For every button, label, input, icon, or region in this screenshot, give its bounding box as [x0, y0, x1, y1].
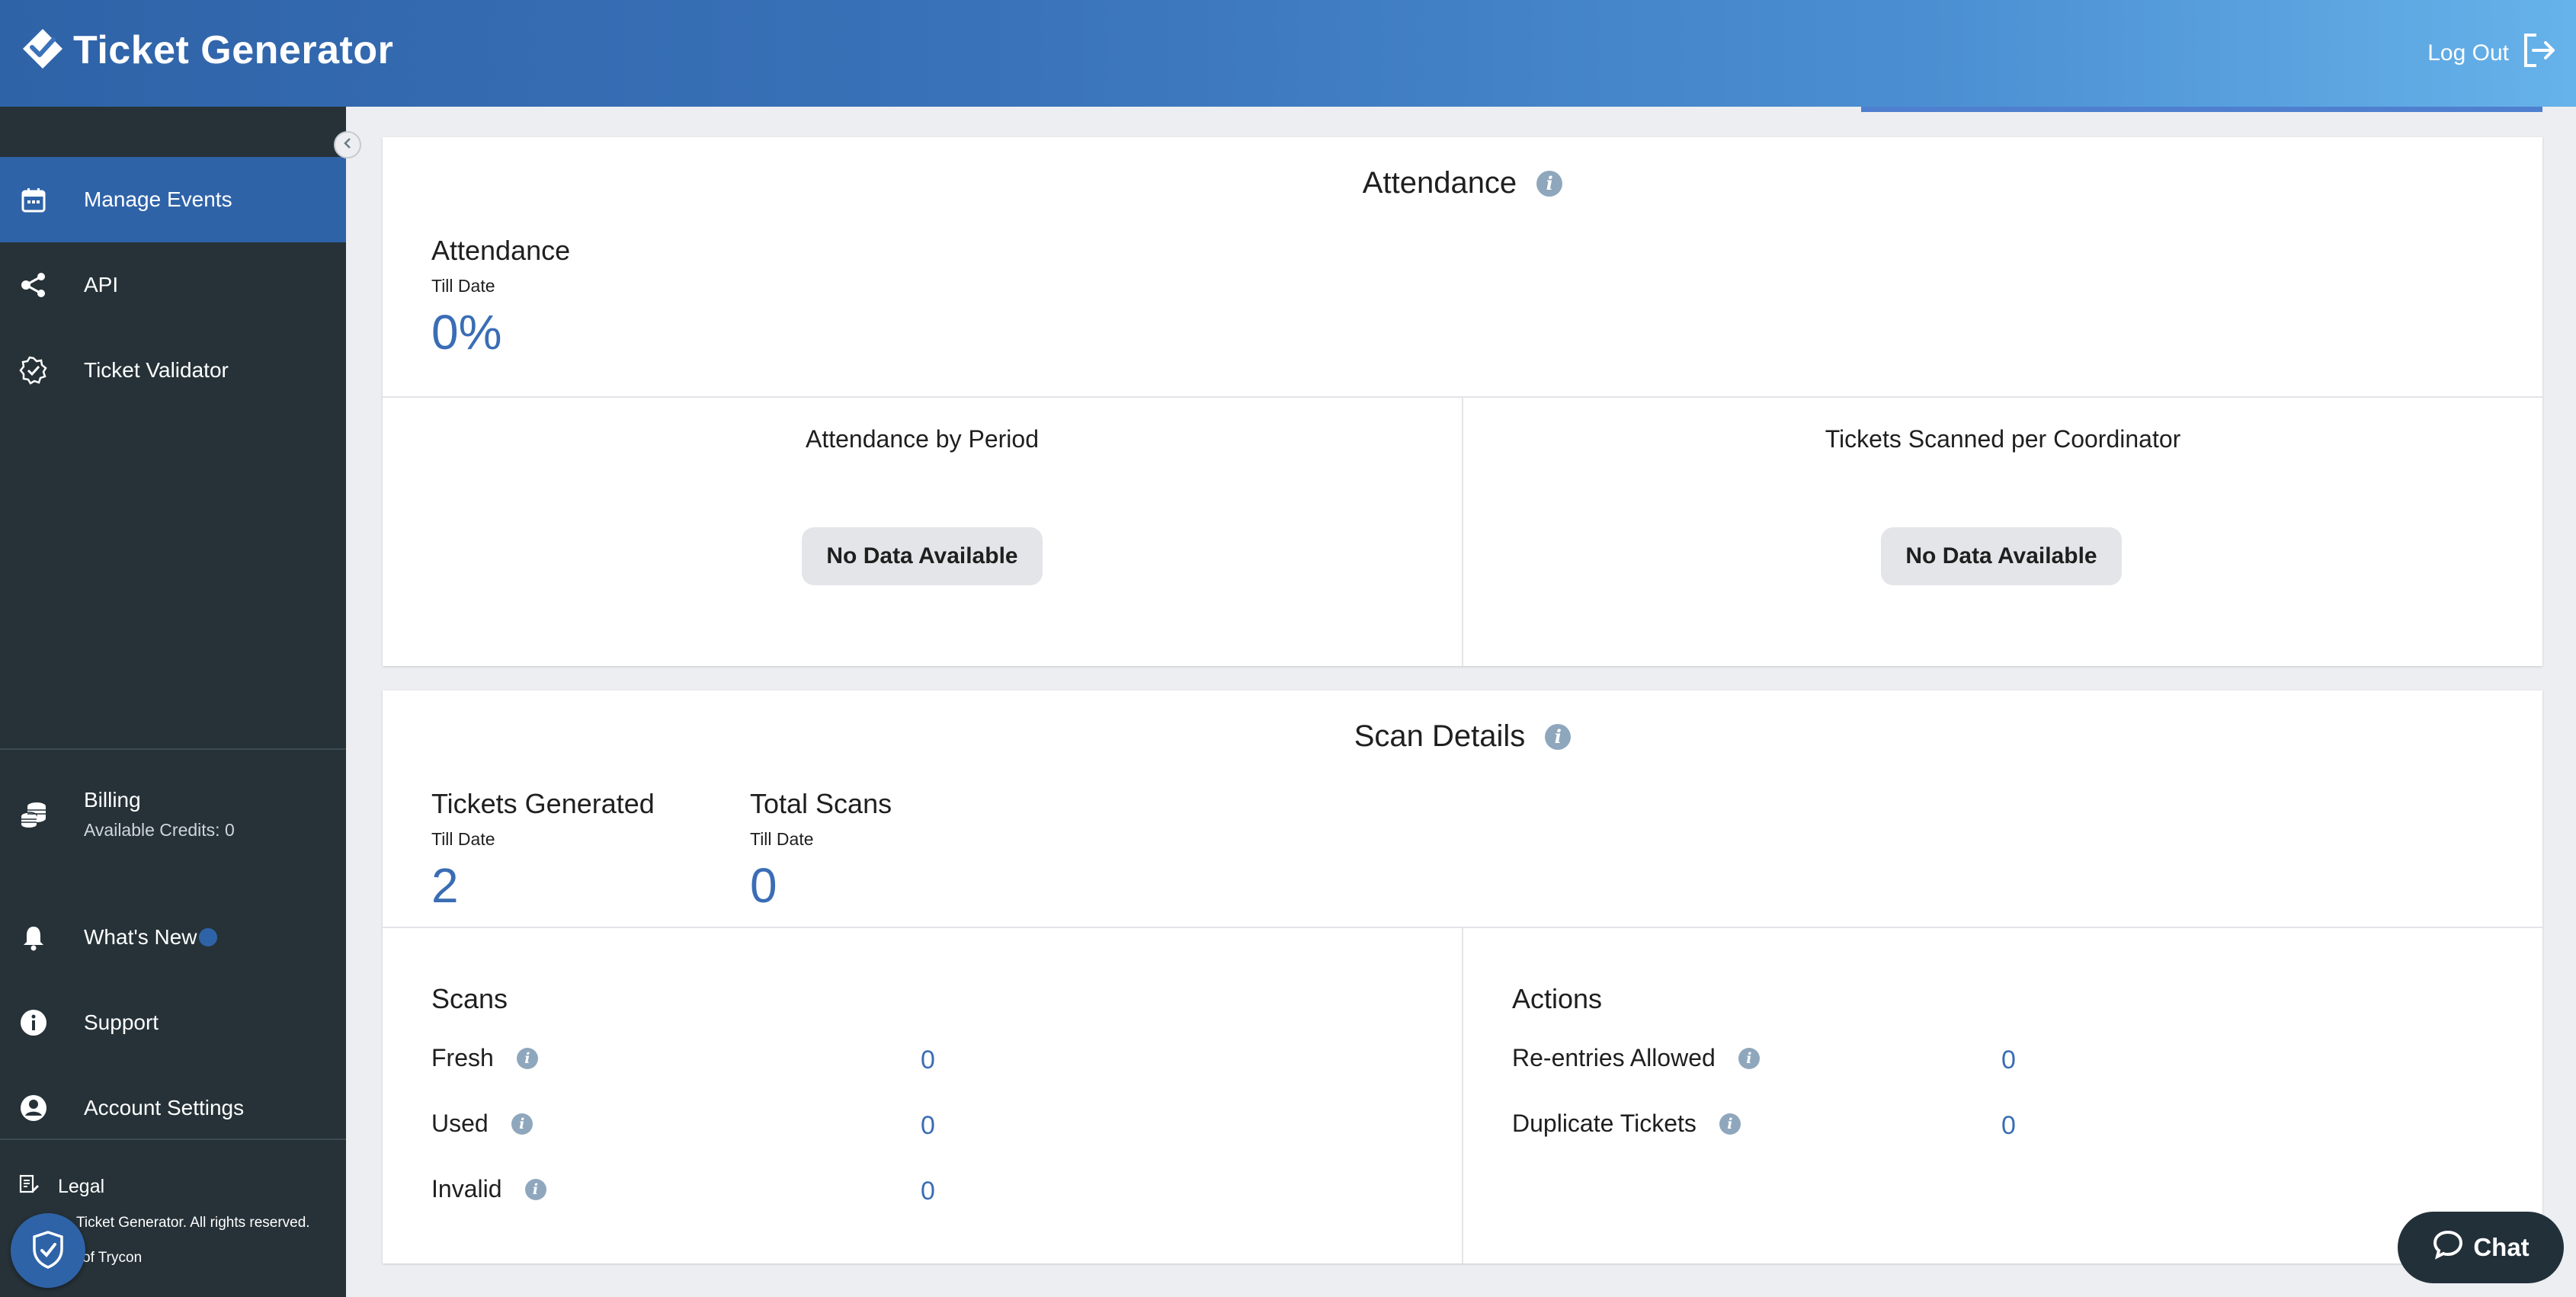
tickets-generated-stat: Tickets Generated Till Date 2 [431, 788, 655, 914]
duplicates-value: 0 [2001, 1111, 2016, 1140]
billing-label: Billing [84, 787, 141, 812]
account-settings-label: Account Settings [84, 1096, 245, 1119]
stat-sub: Till Date [431, 829, 495, 849]
divider [1462, 927, 1463, 1263]
invalid-value: 0 [921, 1177, 935, 1206]
sidebar: Manage Events API Ticket Validator Billi… [0, 107, 346, 1297]
used-value: 0 [921, 1111, 935, 1140]
tab-indicator [1861, 107, 2542, 112]
coins-icon [17, 797, 50, 831]
share-icon [17, 268, 50, 302]
chat-button[interactable]: Chat [2398, 1212, 2564, 1283]
stat-label: Total Scans [750, 788, 892, 819]
row-label: Used [431, 1110, 489, 1137]
top-bar: Ticket Generator Log Out [0, 0, 2576, 107]
sidebar-divider [0, 1138, 346, 1140]
scan-details-card: Scan Details i Tickets Generated Till Da… [383, 690, 2542, 1263]
sidebar-item-support[interactable]: Support [0, 980, 346, 1065]
legal-label: Legal [58, 1176, 105, 1197]
scan-row-invalid: Invalid i [431, 1175, 546, 1203]
shield-hand-icon [27, 1228, 69, 1274]
attendance-by-period-title: Attendance by Period [806, 425, 1039, 453]
info-icon[interactable]: i [516, 1047, 538, 1069]
attendance-value: 0% [431, 305, 502, 360]
calendar-icon [17, 183, 50, 216]
copyright-text: Ticket Generator. All rights reserved. [76, 1215, 310, 1231]
available-credits: Available Credits: 0 [84, 819, 235, 840]
attendance-card: Attendance i Attendance Till Date 0% Att… [383, 137, 2542, 666]
account-circle-icon [17, 1091, 50, 1125]
attendance-title: Attendance [1362, 166, 1517, 200]
logout-label: Log Out [2427, 40, 2509, 66]
verified-badge-icon [17, 354, 50, 387]
whats-new-label: What's New [84, 925, 197, 949]
tickets-per-coordinator-title: Tickets Scanned per Coordinator [1825, 425, 2181, 453]
info-icon[interactable]: i [1738, 1047, 1760, 1069]
security-badge-button[interactable] [11, 1213, 85, 1288]
sidebar-item-ticket-validator[interactable]: Ticket Validator [0, 328, 346, 413]
info-icon[interactable]: i [1719, 1113, 1741, 1135]
info-icon[interactable]: i [524, 1178, 546, 1200]
fresh-value: 0 [921, 1046, 935, 1074]
tickets-generated-value: 2 [431, 858, 459, 913]
row-label: Re-entries Allowed [1512, 1044, 1716, 1071]
no-data-badge: No Data Available [802, 527, 1043, 585]
sidebar-divider [0, 748, 346, 750]
sidebar-item-label: Ticket Validator [84, 358, 229, 382]
chevron-left-icon [340, 136, 355, 155]
info-icon[interactable]: i [1545, 723, 1572, 750]
stat-label: Tickets Generated [431, 788, 655, 819]
info-icon[interactable]: i [511, 1113, 533, 1135]
ticket-logo-icon [18, 24, 67, 77]
total-scans-value: 0 [750, 858, 777, 913]
row-label: Duplicate Tickets [1512, 1110, 1697, 1137]
chat-label: Chat [2473, 1233, 2530, 1261]
notification-dot [198, 928, 217, 946]
app-title: Ticket Generator [73, 28, 394, 72]
scan-row-fresh: Fresh i [431, 1044, 538, 1072]
chat-bubble-icon [2432, 1228, 2473, 1267]
support-label: Support [84, 1010, 159, 1034]
stat-sub: Till Date [431, 276, 495, 296]
sidebar-item-label: API [84, 273, 119, 296]
attendance-heading: Attendance i [383, 166, 2542, 200]
logout-icon [2509, 30, 2559, 76]
collapse-sidebar-button[interactable] [334, 131, 361, 159]
row-label: Fresh [431, 1044, 494, 1071]
scan-details-heading: Scan Details i [383, 719, 2542, 754]
info-icon [17, 1006, 50, 1039]
reentries-value: 0 [2001, 1046, 2016, 1074]
stat-label: Attendance [431, 235, 571, 266]
brand[interactable]: Ticket Generator [18, 26, 393, 75]
company-text: of Trycon [82, 1250, 143, 1266]
stat-sub: Till Date [750, 829, 814, 849]
document-edit-icon [18, 1174, 58, 1200]
sidebar-item-manage-events[interactable]: Manage Events [0, 157, 346, 242]
scan-details-title: Scan Details [1354, 719, 1526, 753]
bell-icon [17, 921, 50, 954]
attendance-stat: Attendance Till Date 0% [431, 235, 570, 360]
sidebar-item-label: Manage Events [84, 187, 232, 211]
scans-heading: Scans [431, 983, 508, 1014]
info-icon[interactable]: i [1536, 170, 1563, 197]
logout-button[interactable]: Log Out [2427, 32, 2559, 75]
sidebar-item-billing[interactable]: Billing Available Credits: 0 [0, 768, 346, 860]
legal-link[interactable]: Legal [18, 1174, 104, 1200]
scan-row-used: Used i [431, 1110, 533, 1138]
no-data-badge: No Data Available [1881, 527, 2122, 585]
sidebar-item-whats-new[interactable]: What's New [0, 895, 346, 980]
action-row-reentries: Re-entries Allowed i [1512, 1044, 1760, 1072]
row-label: Invalid [431, 1175, 502, 1203]
action-row-duplicates: Duplicate Tickets i [1512, 1110, 1741, 1138]
sidebar-item-api[interactable]: API [0, 242, 346, 328]
actions-heading: Actions [1512, 983, 1603, 1014]
total-scans-stat: Total Scans Till Date 0 [750, 788, 892, 914]
